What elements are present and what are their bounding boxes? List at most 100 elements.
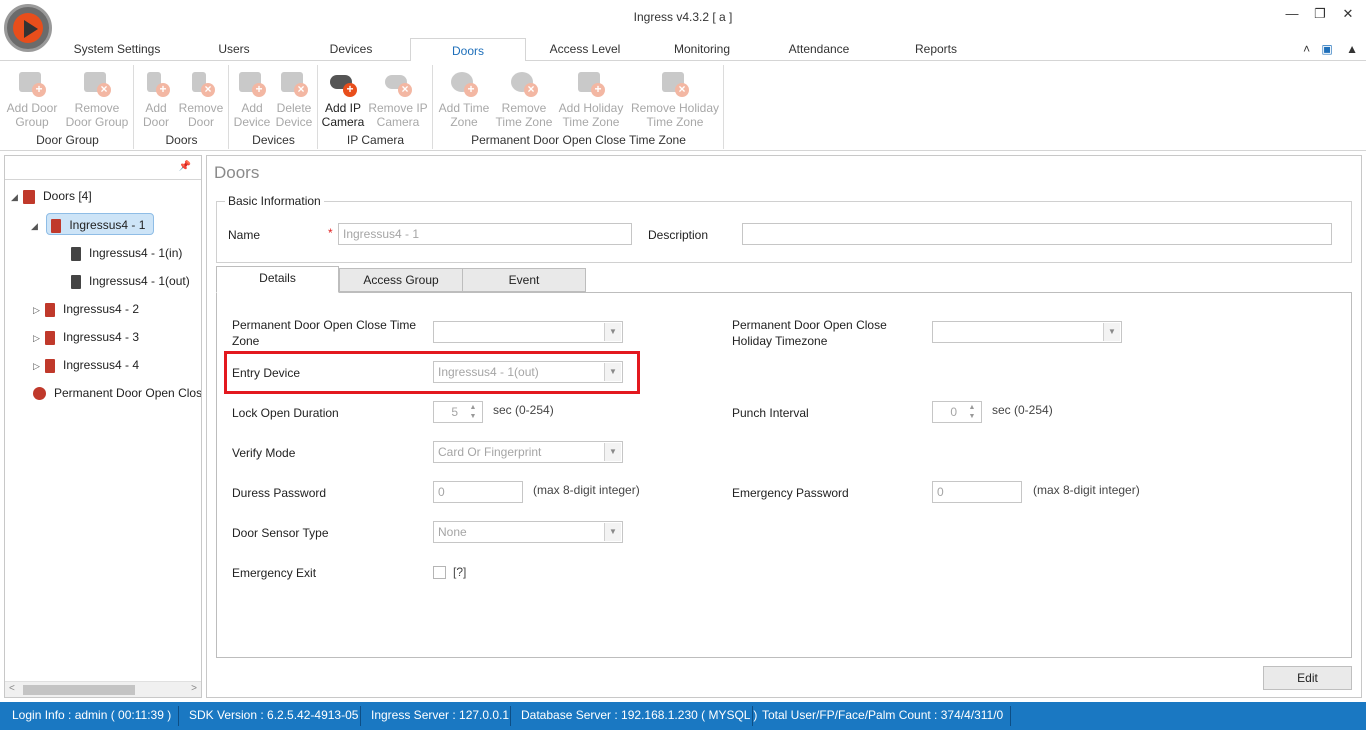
restore-button[interactable]: ❐	[1308, 4, 1332, 24]
add-device-label1: Add	[241, 101, 263, 115]
remove-ip-camera-label1: Remove IP	[368, 101, 428, 115]
ribbon: + Add Door Group × Remove Door Group Doo…	[0, 61, 1366, 151]
tree-node-ingressus4-1[interactable]: ◢ Ingressus4 - 1	[31, 213, 155, 237]
tree-node-label: Ingressus4 - 3	[63, 330, 140, 344]
delete-device-button[interactable]: × Delete Device	[272, 67, 316, 129]
remove-time-zone-label1: Remove	[501, 101, 547, 115]
remove-door-group-button[interactable]: × Remove Door Group	[62, 67, 132, 129]
remove-ip-camera-button[interactable]: × Remove IP Camera	[367, 67, 429, 129]
tab-access-group[interactable]: Access Group	[339, 268, 463, 292]
remove-door-icon: ×	[185, 67, 217, 97]
reader-icon	[71, 246, 81, 261]
tab-system-settings[interactable]: System Settings	[68, 42, 166, 61]
remove-time-zone-button[interactable]: × Remove Time Zone	[494, 67, 554, 129]
tab-event[interactable]: Event	[462, 268, 586, 292]
edit-button[interactable]: Edit	[1263, 666, 1352, 690]
expand-icon[interactable]: ▷	[33, 299, 45, 321]
scrollbar-thumb[interactable]	[23, 685, 135, 695]
expand-icon[interactable]: ▷	[33, 327, 45, 349]
add-holiday-time-zone-label2: Time Zone	[562, 115, 620, 129]
remove-holiday-time-zone-button[interactable]: × Remove Holiday Time Zone	[628, 67, 722, 129]
delete-device-label1: Delete	[276, 101, 312, 115]
tree-node-ingressus4-1-out[interactable]: Ingressus4 - 1(out)	[71, 270, 190, 292]
add-door-group-icon: +	[16, 67, 48, 97]
door-sensor-type-select[interactable]: None ▼	[433, 521, 623, 543]
tab-monitoring[interactable]: Monitoring	[664, 42, 740, 61]
collapse-icon[interactable]: ◢	[31, 215, 43, 237]
status-divider	[360, 706, 361, 726]
remove-door-group-icon: ×	[81, 67, 113, 97]
add-door-group-button[interactable]: + Add Door Group	[4, 67, 60, 129]
name-input[interactable]: Ingressus4 - 1	[338, 223, 632, 245]
tab-doors[interactable]: Doors	[410, 38, 526, 62]
duress-password-input[interactable]: 0	[433, 481, 523, 503]
verify-mode-select[interactable]: Card Or Fingerprint ▼	[433, 441, 623, 463]
stepper-arrows-icon[interactable]: ▲ ▼	[965, 403, 979, 421]
remove-door-label2: Door	[187, 115, 214, 129]
scroll-up-icon[interactable]: ▲	[1346, 42, 1358, 56]
duress-password-label: Duress Password	[232, 486, 327, 500]
remove-door-group-label2: Door Group	[65, 115, 129, 129]
lock-open-duration-stepper[interactable]: 5 ▲ ▼	[433, 401, 483, 423]
emergency-exit-checkbox[interactable]	[433, 566, 446, 579]
chevron-down-icon[interactable]: ▼	[604, 443, 621, 461]
tree-node-ingressus4-3[interactable]: ▷ Ingressus4 - 3	[33, 326, 139, 348]
tree-node-ingressus4-1-selected[interactable]: Ingressus4 - 1	[46, 213, 155, 235]
tab-devices[interactable]: Devices	[318, 42, 384, 61]
clock-remove-icon: ×	[508, 67, 540, 97]
tab-details[interactable]: Details	[216, 266, 339, 293]
tab-attendance[interactable]: Attendance	[780, 42, 858, 61]
add-time-zone-button[interactable]: + Add Time Zone	[436, 67, 492, 129]
stepper-arrows-icon[interactable]: ▲ ▼	[466, 403, 480, 421]
chevron-down-icon[interactable]: ▼	[604, 323, 621, 341]
pin-icon[interactable]: 📌	[179, 161, 191, 172]
horizontal-scrollbar[interactable]: < >	[5, 681, 201, 697]
punch-interval-hint: sec (0-254)	[992, 403, 1053, 417]
tree-node-ingressus4-4[interactable]: ▷ Ingressus4 - 4	[33, 354, 139, 376]
punch-interval-stepper[interactable]: 0 ▲ ▼	[932, 401, 982, 423]
collapse-icon[interactable]: ◢	[11, 186, 23, 208]
description-label: Description	[648, 228, 709, 242]
door-icon	[45, 302, 55, 317]
tree-node-doors[interactable]: ◢ Doors [4]	[11, 185, 92, 207]
close-button[interactable]: ✕	[1336, 4, 1360, 24]
description-input[interactable]	[742, 223, 1332, 245]
tab-reports[interactable]: Reports	[905, 42, 967, 61]
tree-node-pdoc-time-zone[interactable]: Permanent Door Open Close	[33, 382, 201, 404]
minimize-button[interactable]: —	[1280, 4, 1304, 24]
add-holiday-time-zone-button[interactable]: + Add Holiday Time Zone	[556, 67, 626, 129]
chevron-down-icon[interactable]: ▼	[1103, 323, 1120, 341]
add-device-button[interactable]: + Add Device	[232, 67, 272, 129]
app-logo[interactable]	[4, 4, 52, 52]
verify-mode-label: Verify Mode	[232, 446, 296, 460]
entry-device-select[interactable]: Ingressus4 - 1(out) ▼	[433, 361, 623, 383]
chevron-down-icon[interactable]: ▼	[604, 523, 621, 541]
tree-node-label: Ingressus4 - 1	[69, 218, 146, 232]
entry-device-label: Entry Device	[232, 366, 301, 380]
office-icon[interactable]: ▣	[1321, 42, 1332, 56]
emergency-password-input[interactable]: 0	[932, 481, 1022, 503]
expand-icon[interactable]: ▷	[33, 355, 45, 377]
tab-users[interactable]: Users	[205, 42, 263, 61]
scroll-right-icon[interactable]: >	[191, 683, 197, 694]
tree-node-label: Ingressus4 - 4	[63, 358, 140, 372]
tree-node-label: Doors [4]	[43, 189, 92, 203]
status-divider	[752, 706, 753, 726]
pdoc-time-zone-select[interactable]: ▼	[433, 321, 623, 343]
tree-node-ingressus4-2[interactable]: ▷ Ingressus4 - 2	[33, 298, 139, 320]
remove-door-button[interactable]: × Remove Door	[175, 67, 227, 129]
ribbon-controls: ˄ ▣ ▲	[1303, 42, 1358, 56]
add-door-label1: Add	[145, 101, 167, 115]
punch-interval-label: Punch Interval	[732, 406, 809, 420]
door-detail-panel: Doors Basic Information Name * Ingressus…	[206, 155, 1362, 698]
tree-node-ingressus4-1-in[interactable]: Ingressus4 - 1(in)	[71, 242, 182, 264]
add-ip-camera-button[interactable]: + Add IP Camera	[319, 67, 367, 129]
tab-access-level[interactable]: Access Level	[545, 42, 625, 61]
pdoc-holiday-select[interactable]: ▼	[932, 321, 1122, 343]
add-door-button[interactable]: + Add Door	[137, 67, 175, 129]
scroll-left-icon[interactable]: <	[9, 683, 15, 694]
emergency-password-label: Emergency Password	[732, 486, 849, 500]
emergency-exit-help[interactable]: [?]	[453, 565, 466, 579]
chevron-down-icon[interactable]: ▼	[604, 363, 621, 381]
collapse-ribbon-icon[interactable]: ˄	[1303, 42, 1310, 56]
